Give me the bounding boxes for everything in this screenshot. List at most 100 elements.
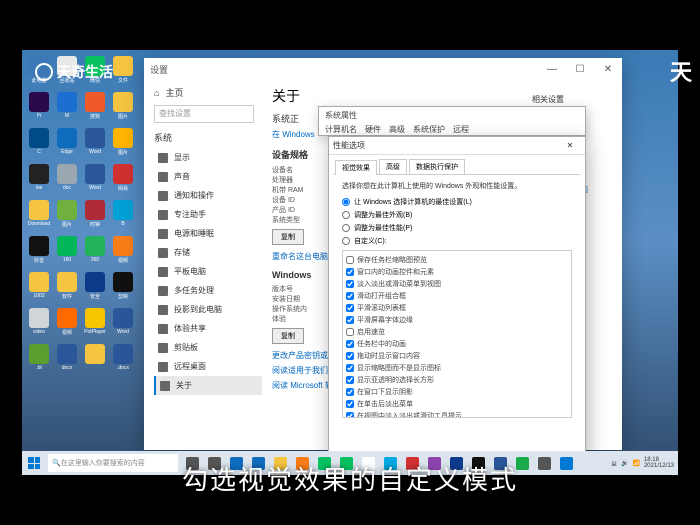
desktop-icon[interactable]: PotPlayer (82, 308, 108, 342)
nav-item[interactable]: 声音 (154, 167, 262, 186)
nav-item[interactable]: 显示 (154, 148, 262, 167)
perf-tab[interactable]: 视觉效果 (335, 160, 377, 175)
perf-radio[interactable]: 让 Windows 选择计算机的最佳设置(L) (342, 197, 572, 207)
desktop-icon[interactable]: Pr (26, 92, 52, 126)
minimize-button[interactable]: — (538, 58, 566, 80)
nav-icon (158, 191, 168, 201)
desktop-icon[interactable]: .docx (110, 344, 136, 378)
desktop-icon[interactable]: .bt (26, 344, 52, 378)
visual-effects-checklist[interactable]: 保存任务栏缩略图预览窗口内的动画控件和元素淡入淡出或滑动菜单到视图滑动打开组合框… (342, 250, 572, 418)
nav-item[interactable]: 存储 (154, 243, 262, 262)
desktop-icon[interactable]: Edge (54, 128, 80, 162)
nav-item[interactable]: 投影到此电脑 (154, 300, 262, 319)
desktop-icon[interactable]: M (54, 92, 80, 126)
copy-windows-button[interactable]: 复制 (272, 328, 304, 344)
desktop-icon[interactable]: 搜狗 (82, 92, 108, 126)
nav-item[interactable]: 剪贴板 (154, 338, 262, 357)
desktop-icon[interactable]: 时钟 (82, 200, 108, 234)
sysprops-title: 系统属性 (325, 110, 579, 121)
watermark-left: 天奇生活 (35, 62, 113, 82)
sysprops-tab[interactable]: 高级 (389, 124, 405, 135)
sysprops-tab[interactable]: 硬件 (365, 124, 381, 135)
nav-icon (158, 286, 168, 296)
desktop-icon[interactable]: B (110, 200, 136, 234)
close-button[interactable]: ✕ (594, 58, 622, 80)
settings-titlebar: 设置 — ☐ ✕ (144, 58, 622, 80)
desktop-icon[interactable]: video (26, 308, 52, 342)
visual-effect-checkbox[interactable]: 显示缩略图而不是显示图标 (346, 362, 568, 374)
visual-effect-checkbox[interactable]: 在单击后淡出菜单 (346, 398, 568, 410)
nav-item[interactable]: 平板电脑 (154, 262, 262, 281)
nav-item[interactable]: 专注助手 (154, 205, 262, 224)
copy-device-button[interactable]: 复制 (272, 229, 304, 245)
perf-close-button[interactable]: ✕ (559, 141, 581, 150)
nav-item[interactable]: 电源和睡眠 (154, 224, 262, 243)
visual-effect-checkbox[interactable]: 窗口内的动画控件和元素 (346, 266, 568, 278)
nav-icon (158, 267, 168, 277)
nav-item[interactable]: 远程桌面 (154, 357, 262, 376)
nav-item[interactable]: 关于 (154, 376, 262, 395)
nav-icon (158, 324, 168, 334)
visual-effect-checkbox[interactable]: 任务栏中的动画 (346, 338, 568, 350)
desktop-icon[interactable]: 文件 (110, 56, 136, 90)
desktop-icon[interactable]: 图片 (110, 128, 136, 162)
video-caption: 勾选视觉效果的自定义模式 (0, 460, 700, 497)
nav-icon (158, 172, 168, 182)
desktop-icon[interactable]: C (26, 128, 52, 162)
visual-effect-checkbox[interactable]: 保存任务栏缩略图预览 (346, 254, 568, 266)
nav-icon (158, 362, 168, 372)
desktop-icon[interactable]: Word (82, 128, 108, 162)
nav-item[interactable]: 多任务处理 (154, 281, 262, 300)
nav-icon (158, 210, 168, 220)
desktop-icon[interactable]: 网易 (110, 164, 136, 198)
desktop-icon[interactable]: 软件 (54, 272, 80, 306)
sysprops-tab[interactable]: 远程 (453, 124, 469, 135)
desktop-icon[interactable]: docx (54, 344, 80, 378)
desktop-icon[interactable]: 抖音 (26, 236, 52, 270)
desktop-icon[interactable]: doc (54, 164, 80, 198)
visual-effect-checkbox[interactable]: 淡入淡出或滑动菜单到视图 (346, 278, 568, 290)
desktop: 此电脑回收站微信文件PrM搜狗图片CEdgeWord图片toedocWord网易… (22, 50, 678, 475)
settings-search-input[interactable]: 查找设置 (154, 105, 254, 123)
visual-effect-checkbox[interactable]: 拖动时显示窗口内容 (346, 350, 568, 362)
visual-effect-checkbox[interactable]: 在视图中淡入淡出或滑动工具提示 (346, 410, 568, 418)
desktop-icon[interactable]: 1003 (26, 272, 52, 306)
watermark-right: 天 (670, 55, 692, 87)
desktop-icon[interactable]: 视频 (54, 308, 80, 342)
visual-effect-checkbox[interactable]: 显示亚透明的选择长方形 (346, 374, 568, 386)
sysprops-tab[interactable]: 计算机名 (325, 124, 357, 135)
desktop-icon[interactable]: Word (82, 164, 108, 198)
perf-tab[interactable]: 高级 (379, 159, 407, 174)
perf-radio[interactable]: 调整为最佳外观(B) (342, 210, 572, 220)
desktop-icon[interactable]: 安全 (82, 272, 108, 306)
desktop-icon[interactable]: toe (26, 164, 52, 198)
desktop-icon[interactable]: 360 (82, 236, 108, 270)
visual-effect-checkbox[interactable]: 平滑屏幕字体边缘 (346, 314, 568, 326)
sysprops-tab[interactable]: 系统保护 (413, 124, 445, 135)
nav-icon (158, 343, 168, 353)
nav-item[interactable]: 通知和操作 (154, 186, 262, 205)
desktop-icon[interactable]: 图片 (54, 200, 80, 234)
perf-tab[interactable]: 数据执行保护 (409, 159, 465, 174)
nav-item[interactable]: 体验共享 (154, 319, 262, 338)
desktop-icon[interactable]: Word (110, 308, 136, 342)
letterbox-top (0, 0, 700, 50)
home-link[interactable]: ⌂ 主页 (154, 86, 262, 99)
visual-effect-checkbox[interactable]: 滑动打开组合框 (346, 290, 568, 302)
perf-radio[interactable]: 自定义(C): (342, 236, 572, 246)
desktop-icon[interactable]: 160 (54, 236, 80, 270)
perf-hint: 选择你想在此计算机上使用的 Windows 外观和性能设置。 (342, 181, 572, 191)
maximize-button[interactable]: ☐ (566, 58, 594, 80)
desktop-icon[interactable] (82, 344, 108, 378)
visual-effect-checkbox[interactable]: 在窗口下显示阴影 (346, 386, 568, 398)
visual-effect-checkbox[interactable]: 平滑滚动列表框 (346, 302, 568, 314)
desktop-icon[interactable]: 图片 (110, 92, 136, 126)
related-head: 相关设置 (532, 94, 612, 105)
settings-sidebar: ⌂ 主页 查找设置 系统 显示声音通知和操作专注助手电源和睡眠存储平板电脑多任务… (144, 80, 262, 450)
visual-effect-checkbox[interactable]: 启用速览 (346, 326, 568, 338)
desktop-icon[interactable]: 视频 (110, 236, 136, 270)
desktop-icon[interactable]: 剪映 (110, 272, 136, 306)
nav-icon (158, 305, 168, 315)
perf-radio[interactable]: 调整为最佳性能(P) (342, 223, 572, 233)
desktop-icon[interactable]: Download (26, 200, 52, 234)
